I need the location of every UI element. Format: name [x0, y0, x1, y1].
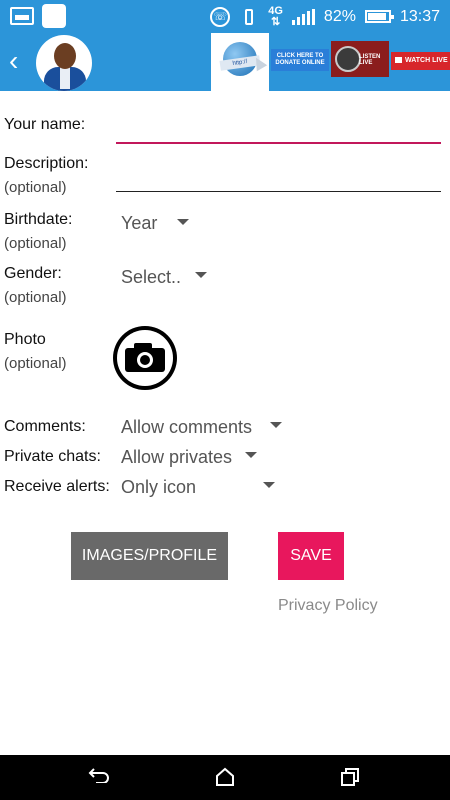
wifi-call-icon: ☏ [210, 6, 231, 27]
chevron-left-icon[interactable]: ‹ [9, 47, 18, 75]
app-notification-icon [42, 4, 66, 28]
listen-live-banner[interactable]: LISTEN LIVE [331, 41, 389, 77]
description-input[interactable] [116, 191, 441, 192]
signal-icon [291, 8, 315, 25]
name-label: Your name: [4, 116, 86, 133]
website-banner[interactable]: http:// [211, 33, 269, 91]
donate-banner[interactable]: CLICK HERE TO DONATE ONLINE [271, 49, 329, 71]
recent-apps-icon[interactable] [340, 767, 360, 787]
comments-label: Comments: [4, 418, 86, 435]
network-type: 4G ⇅ [268, 4, 283, 28]
chevron-down-icon[interactable] [270, 422, 282, 428]
gender-label: Gender: [4, 265, 62, 282]
gender-optional: (optional) [4, 289, 67, 306]
clock: 13:37 [399, 7, 440, 25]
birthdate-optional: (optional) [4, 235, 67, 252]
privacy-policy-link[interactable]: Privacy Policy [278, 596, 378, 616]
play-icon [395, 57, 402, 64]
back-icon[interactable] [88, 767, 110, 783]
status-indicators: ☏ 4G ⇅ 82% 13:37 [210, 0, 440, 33]
status-bar: ☏ 4G ⇅ 82% 13:37 [0, 0, 450, 33]
description-label: Description: [4, 155, 89, 172]
comments-select[interactable]: Allow comments [121, 416, 252, 438]
battery-icon [364, 10, 394, 23]
chevron-down-icon[interactable] [195, 272, 207, 278]
chevron-down-icon[interactable] [263, 482, 275, 488]
images-profile-button[interactable]: IMAGES/PROFILE [71, 532, 228, 580]
photo-optional: (optional) [4, 355, 67, 372]
private-chats-select[interactable]: Allow privates [121, 446, 232, 468]
app-bar: ‹ http:// CLICK HERE TO DONATE ONLINE LI… [0, 33, 450, 91]
gender-select[interactable]: Select.. [121, 266, 181, 288]
chevron-down-icon[interactable] [245, 452, 257, 458]
private-chats-label: Private chats: [4, 448, 101, 465]
save-button[interactable]: SAVE [278, 532, 344, 580]
alerts-select[interactable]: Only icon [121, 476, 196, 498]
birthdate-select[interactable]: Year [121, 212, 157, 234]
photo-label: Photo [4, 331, 46, 348]
disc-icon [335, 46, 361, 72]
name-input[interactable] [116, 142, 441, 144]
description-optional: (optional) [4, 179, 67, 196]
watch-live-banner[interactable]: WATCH LIVE [391, 52, 450, 70]
vibrate-icon [239, 8, 259, 26]
navigation-bar [0, 755, 450, 800]
watch-live-text: WATCH LIVE [405, 57, 448, 64]
listen-live-text: LISTEN LIVE [359, 54, 381, 66]
image-notification-icon [10, 7, 34, 25]
battery-percent: 82% [323, 7, 356, 25]
birthdate-label: Birthdate: [4, 211, 73, 228]
home-icon[interactable] [215, 767, 235, 787]
avatar[interactable] [36, 35, 92, 91]
chevron-down-icon[interactable] [177, 219, 189, 225]
alerts-label: Receive alerts: [4, 478, 110, 495]
camera-icon[interactable] [113, 326, 177, 390]
donate-banner-text: CLICK HERE TO DONATE ONLINE [275, 53, 325, 66]
